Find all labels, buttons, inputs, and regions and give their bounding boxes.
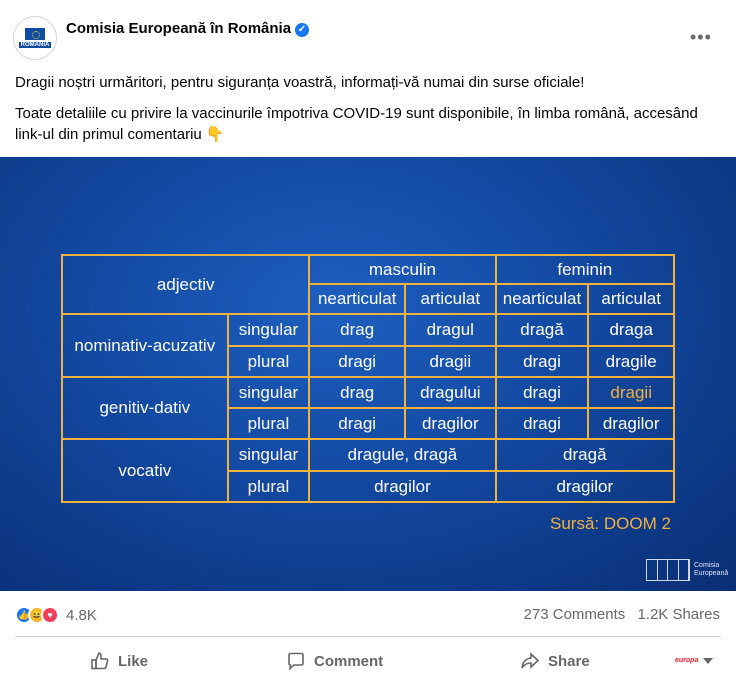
more-options-icon[interactable]: ••• (690, 28, 712, 46)
header-m-nearticulat: nearticulat (308, 283, 407, 315)
comments-count[interactable]: 273 Comments (524, 606, 626, 623)
reactions-summary[interactable]: 👍 😆 ♥ 4.8K (15, 604, 97, 626)
table-cell: dragului (404, 376, 497, 409)
post-text-line-1: Dragii noștri urmăritori, pentru siguran… (15, 74, 585, 91)
table-cell: drag (308, 376, 407, 409)
divider (15, 636, 721, 637)
page-name-text[interactable]: Comisia Europeană în România (66, 20, 291, 37)
like-button[interactable]: Like (90, 648, 148, 674)
ec-logo-text: Comisia Europeană (694, 562, 729, 577)
european-commission-logo: Comisia Europeană (646, 559, 728, 581)
table-cell: dragii (404, 345, 497, 378)
table-cell: dragă (494, 438, 676, 472)
table-cell: dragul (404, 313, 497, 347)
comment-button[interactable]: Comment (286, 648, 383, 674)
verified-badge-icon: ✓ (295, 23, 310, 37)
case-genitiv: genitiv-dativ (61, 376, 229, 440)
table-cell: dragile (587, 345, 675, 378)
avatar-label: ROMÂNIA (18, 42, 52, 48)
table-cell: dragi (308, 407, 407, 440)
header-f-nearticulat: nearticulat (494, 283, 590, 315)
table-cell: dragi (494, 407, 590, 440)
number-plural: plural (226, 470, 311, 503)
table-cell: dragilor (587, 407, 675, 440)
reaction-count[interactable]: 4.8K (66, 607, 97, 624)
number-singular: singular (226, 313, 311, 347)
table-cell: dragă (494, 313, 590, 347)
eu-flag-icon (25, 28, 45, 40)
post-stats: 273 Comments 1.2K Shares (524, 606, 720, 623)
share-label: Share (548, 652, 590, 670)
post-as-selector[interactable]: europa (675, 648, 713, 674)
source-caption: Sursă: DOOM 2 (550, 514, 671, 533)
love-reaction-icon: ♥ (41, 606, 59, 624)
header-adjectiv: adjectiv (60, 254, 311, 315)
table-cell: dragi (494, 376, 590, 409)
case-vocativ: vocativ (61, 438, 229, 503)
page-avatar[interactable]: ROMÂNIA (13, 16, 57, 60)
number-plural: plural (226, 345, 311, 378)
number-plural: plural (226, 407, 311, 440)
table-cell: draga (587, 313, 675, 347)
page-name[interactable]: Comisia Europeană în România ✓ (66, 20, 310, 37)
europa-mini-logo: europa (675, 657, 699, 664)
table-cell: drag (308, 313, 407, 347)
thumbs-up-icon (91, 652, 109, 670)
share-button[interactable]: Share (520, 648, 590, 674)
number-singular: singular (226, 376, 311, 409)
header-m-articulat: articulat (404, 283, 497, 315)
table-cell: dragi (494, 345, 590, 378)
post-text-line-2: Toate detaliile cu privire la vaccinuril… (15, 105, 698, 143)
header-f-articulat: articulat (587, 283, 675, 315)
share-icon (521, 652, 540, 669)
table-cell-highlighted: dragii (587, 376, 675, 409)
comment-label: Comment (314, 652, 384, 670)
table-cell: dragule, dragă (308, 438, 497, 472)
declension-table: adjectiv masculin feminin nearticulat ar… (60, 254, 676, 503)
comment-icon (288, 652, 304, 671)
table-cell: dragilor (494, 470, 676, 503)
ec-building-icon (646, 559, 690, 581)
facebook-post: ROMÂNIA Comisia Europeană în România ✓ ••… (0, 0, 736, 685)
number-singular: singular (226, 438, 311, 472)
chevron-down-icon (703, 658, 713, 664)
case-nominativ: nominativ-acuzativ (61, 313, 229, 378)
table-cell: dragilor (308, 470, 497, 503)
header-masculin: masculin (308, 254, 497, 285)
like-label: Like (118, 652, 149, 670)
table-cell: dragi (308, 345, 407, 378)
header-feminin: feminin (494, 254, 676, 285)
shares-count[interactable]: 1.2K Shares (637, 606, 720, 623)
post-image[interactable]: adjectiv masculin feminin nearticulat ar… (0, 157, 736, 591)
table-cell: dragilor (404, 407, 497, 440)
